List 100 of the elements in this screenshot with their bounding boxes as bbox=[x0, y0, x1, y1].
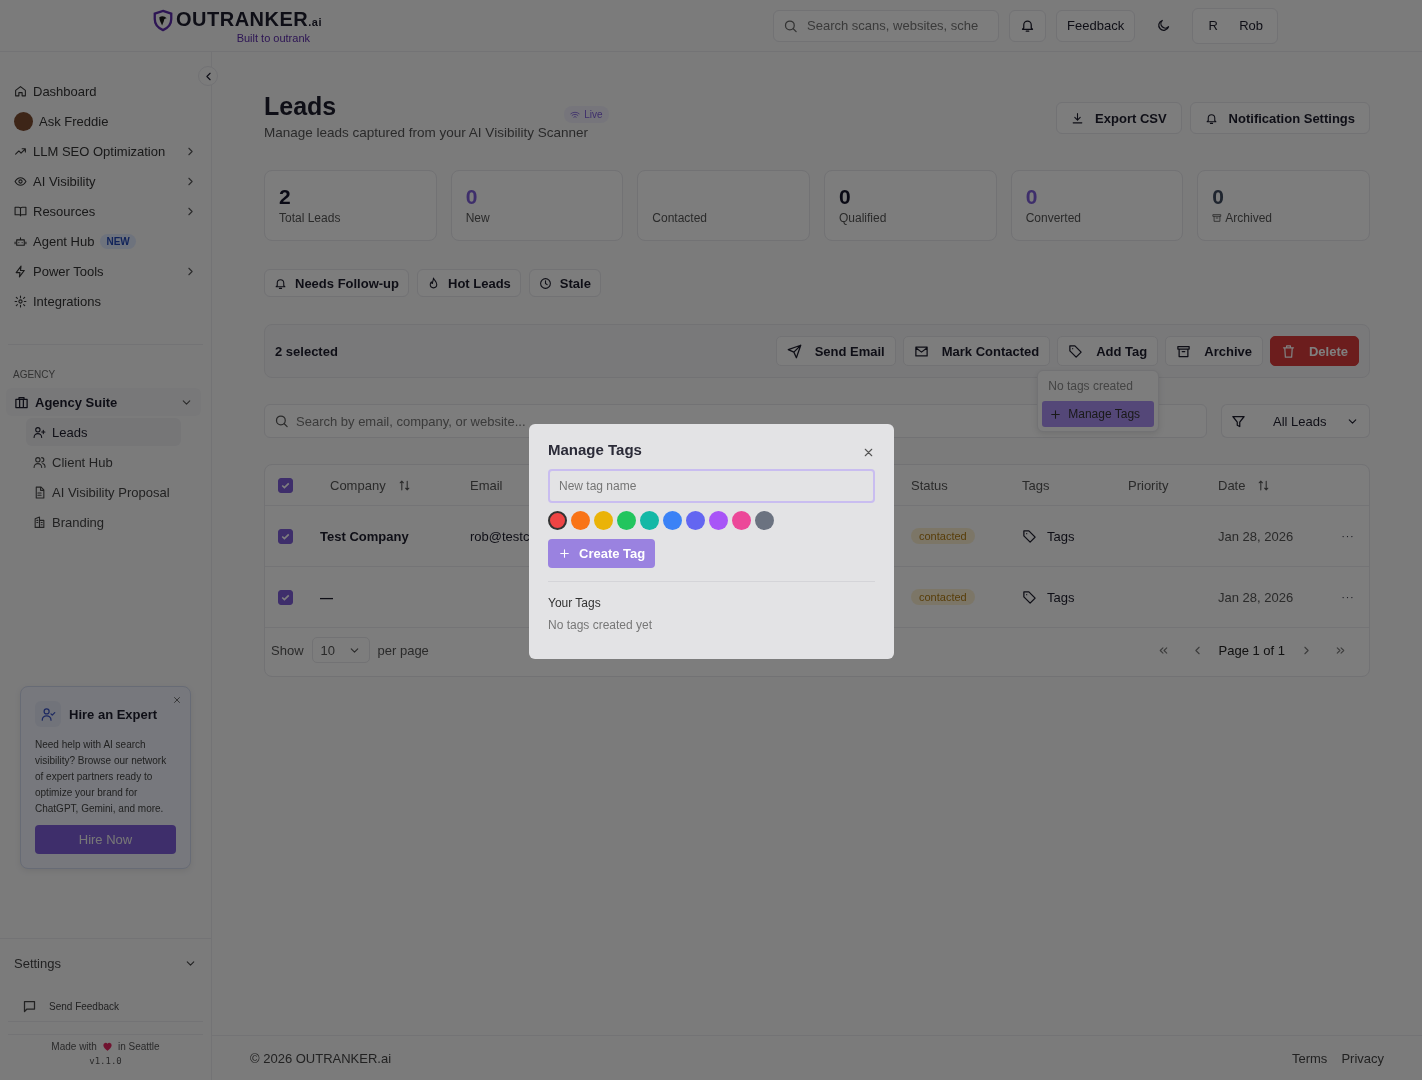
row-checkbox[interactable] bbox=[278, 589, 293, 605]
tags-button[interactable]: Tags bbox=[1022, 528, 1075, 544]
color-swatch[interactable] bbox=[571, 511, 590, 530]
export-csv-button[interactable]: Export CSV bbox=[1056, 102, 1182, 134]
quick-filter-button[interactable]: Hot Leads bbox=[417, 269, 521, 297]
close-icon bbox=[172, 695, 182, 705]
color-swatch[interactable] bbox=[594, 511, 613, 530]
per-page-select[interactable]: 10 bbox=[311, 637, 370, 663]
sidebar-item[interactable]: Agent Hub NEW bbox=[14, 226, 197, 256]
eye-icon bbox=[14, 174, 27, 188]
sidebar-subitem[interactable]: Branding bbox=[26, 508, 181, 536]
bulk-action-button[interactable]: Delete bbox=[1269, 336, 1359, 366]
bulk-action-button[interactable]: Mark Contacted bbox=[902, 336, 1051, 366]
made-in-text: in Seattle bbox=[117, 1041, 160, 1052]
tags-button[interactable]: Tags bbox=[1022, 589, 1075, 605]
sidebar-item[interactable]: LLM SEO Optimization bbox=[14, 136, 197, 166]
sidebar-item[interactable]: AI Visibility bbox=[14, 166, 197, 196]
color-swatch[interactable] bbox=[617, 511, 636, 530]
document-icon bbox=[33, 485, 46, 499]
bulk-action-button[interactable]: Send Email bbox=[775, 336, 896, 366]
column-header[interactable]: Company bbox=[320, 477, 470, 493]
section-heading: Your Tags bbox=[548, 596, 602, 610]
table-cell: rob@testc bbox=[470, 528, 530, 544]
stat-label: Converted bbox=[1025, 211, 1082, 225]
sidebar-subitem[interactable]: AI Visibility Proposal bbox=[26, 478, 181, 506]
settings-toggle[interactable]: Settings bbox=[0, 945, 211, 981]
search-field[interactable]: Search scans, websites, sche bbox=[773, 9, 1000, 42]
sidebar-item[interactable]: Dashboard bbox=[14, 76, 197, 106]
stat-value: 0 bbox=[1025, 185, 1039, 209]
quick-filter-button[interactable]: Stale bbox=[528, 269, 601, 297]
empty-state-text: No tags created bbox=[1047, 379, 1134, 393]
promo-text: Need help with AI search visibility? Browse our network of expert partners ready to optimize your brand for ChatGPT, Gemini, and more. bbox=[35, 738, 168, 816]
sidebar-item[interactable]: Ask Freddie bbox=[14, 106, 197, 136]
notification-settings-button[interactable]: Notification Settings bbox=[1189, 102, 1370, 134]
sidebar-item[interactable]: Power Tools bbox=[14, 256, 197, 286]
robot-icon bbox=[14, 234, 27, 248]
color-swatch[interactable] bbox=[663, 511, 682, 530]
table-cell: Test Company bbox=[320, 528, 409, 544]
user-menu[interactable]: R Rob bbox=[1192, 7, 1278, 44]
notifications-button[interactable] bbox=[1009, 9, 1047, 42]
section-label: AGENCY bbox=[12, 369, 57, 380]
color-swatch[interactable] bbox=[640, 511, 659, 530]
download-icon bbox=[1071, 111, 1085, 125]
bell-icon bbox=[1020, 18, 1036, 33]
column-header[interactable]: Status bbox=[911, 477, 1022, 493]
close-button[interactable] bbox=[172, 695, 182, 705]
bulk-action-button[interactable]: Archive bbox=[1165, 336, 1263, 366]
stat-value: 0 bbox=[1212, 185, 1225, 209]
sidebar-subitem[interactable]: Leads bbox=[26, 418, 181, 446]
avatar bbox=[14, 111, 33, 131]
footer-link[interactable]: Terms bbox=[1292, 1050, 1328, 1066]
logo-tagline: Built to outrank bbox=[236, 32, 310, 44]
table-cell: Jan 28, 2026 bbox=[1218, 589, 1294, 605]
promo-title: Hire an Expert bbox=[69, 706, 158, 722]
new-badge: NEW bbox=[100, 233, 136, 249]
stat-label: Qualified bbox=[839, 211, 887, 225]
plus-icon bbox=[558, 547, 571, 560]
close-button[interactable] bbox=[862, 446, 875, 459]
signal-icon bbox=[570, 109, 581, 120]
select-all-checkbox[interactable] bbox=[278, 477, 293, 493]
column-header[interactable]: Date bbox=[1218, 477, 1328, 493]
hire-now-button[interactable]: Hire Now bbox=[35, 825, 176, 854]
row-checkbox[interactable] bbox=[278, 528, 293, 544]
sidebar-item[interactable]: Integrations bbox=[14, 286, 197, 316]
quick-filter-button[interactable]: Needs Follow-up bbox=[264, 269, 409, 297]
color-swatch[interactable] bbox=[755, 511, 774, 530]
collapse-sidebar-button[interactable] bbox=[198, 66, 218, 86]
house-icon bbox=[14, 84, 27, 98]
table-cell: Jan 28, 2026 bbox=[1218, 528, 1294, 544]
tag-icon bbox=[1022, 528, 1037, 544]
stat-label: Contacted bbox=[652, 211, 708, 225]
bell-icon bbox=[1204, 111, 1218, 125]
color-swatch[interactable] bbox=[732, 511, 751, 530]
lightning-icon bbox=[14, 264, 27, 278]
send-icon bbox=[786, 343, 802, 359]
manage-tags-menu-item[interactable]: Manage Tags bbox=[1042, 401, 1155, 427]
color-swatch[interactable] bbox=[709, 511, 728, 530]
user-plus-icon bbox=[33, 425, 46, 439]
bell-icon bbox=[274, 276, 287, 290]
color-swatch[interactable] bbox=[548, 511, 567, 530]
page-subtitle: Manage leads captured from your AI Visibility Scanner bbox=[264, 125, 589, 140]
sidebar-subitem[interactable]: Client Hub bbox=[26, 448, 181, 476]
moon-icon bbox=[1156, 18, 1172, 33]
version-text: v1.1.0 bbox=[89, 1056, 122, 1066]
clock-icon bbox=[538, 276, 552, 290]
logo-wordmark: OUTRANKER.ai bbox=[176, 7, 322, 32]
feedback-button[interactable]: Feedback bbox=[1056, 9, 1136, 42]
user-check-icon bbox=[40, 706, 56, 722]
table-cell: — bbox=[320, 589, 333, 605]
made-with-text: Made with bbox=[51, 1041, 97, 1052]
column-header[interactable]: Tags bbox=[1022, 477, 1128, 493]
bulk-action-button[interactable]: Add Tag bbox=[1057, 336, 1159, 366]
sidebar-item[interactable]: Resources bbox=[14, 196, 197, 226]
color-swatch[interactable] bbox=[686, 511, 705, 530]
column-header[interactable]: Priority bbox=[1128, 477, 1218, 493]
footer-link[interactable]: Privacy bbox=[1341, 1050, 1384, 1066]
send-feedback-link[interactable]: Send Feedback bbox=[8, 991, 203, 1022]
status-badge: contacted bbox=[911, 528, 975, 544]
tag-name-input[interactable]: New tag name bbox=[548, 469, 875, 503]
plus-icon bbox=[1049, 407, 1063, 421]
